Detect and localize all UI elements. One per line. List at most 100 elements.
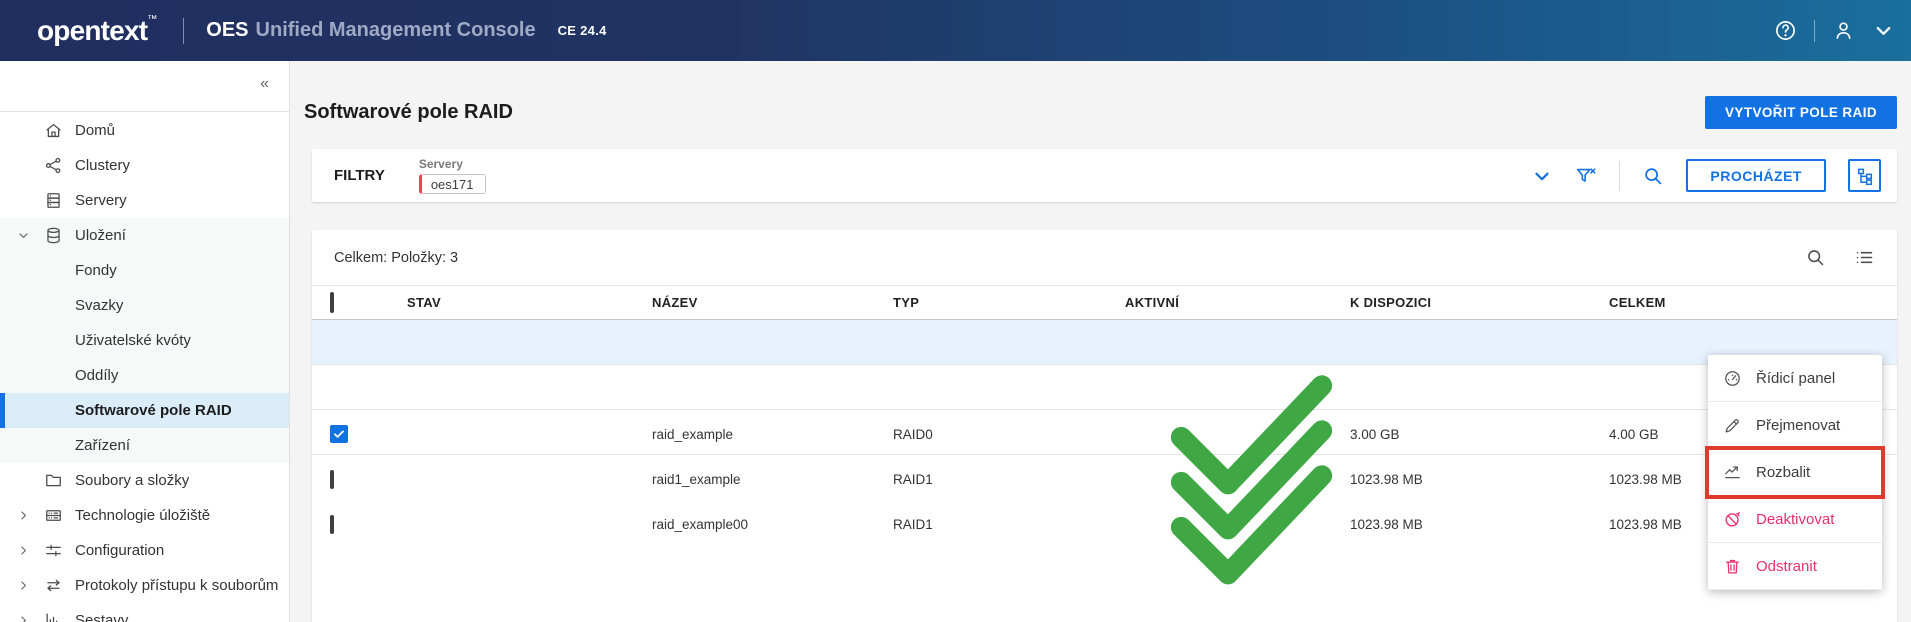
filter-divider <box>1619 160 1621 191</box>
sidebar-item-clustery[interactable]: Clustery <box>0 148 289 183</box>
row-checkbox[interactable] <box>330 514 334 534</box>
table-header-row: STAV NÁZEV TYP AKTIVNÍ K DISPOZICI CELKE… <box>312 286 1897 320</box>
table-summary-bar: Celkem: Položky: 3 <box>312 230 1897 286</box>
column-header-nazev[interactable]: NÁZEV <box>652 295 893 310</box>
help-icon[interactable] <box>1774 19 1797 42</box>
sidebar-item-sestavy[interactable]: Sestavy <box>0 603 289 622</box>
clusters-icon <box>44 156 63 175</box>
sidebar-item-label: Technologie úložiště <box>75 507 211 524</box>
select-all-checkbox[interactable] <box>330 291 334 313</box>
sidebar-nav: Domů Clustery Servery Uložení Fondy Svaz… <box>0 112 289 622</box>
deactivate-icon <box>1723 510 1742 529</box>
expand-trend-icon <box>1723 463 1742 482</box>
transfer-icon <box>44 576 63 595</box>
trash-icon <box>1723 557 1742 576</box>
column-header-typ[interactable]: TYP <box>893 295 1125 310</box>
dashboard-icon <box>1723 369 1742 388</box>
row-context-menu: Řídicí panel Přejmenovat Rozbalit Deakti… <box>1705 355 1885 590</box>
sidebar-collapse-button[interactable]: « <box>260 75 269 93</box>
home-icon <box>44 121 63 140</box>
sidebar-item-softwarove-pole-raid[interactable]: Softwarové pole RAID <box>0 393 289 428</box>
menu-item-deaktivovat[interactable]: Deaktivovat <box>1708 496 1882 543</box>
sidebar-item-servery[interactable]: Servery <box>0 183 289 218</box>
version-badge: CE 24.4 <box>557 23 607 38</box>
sidebar-item-domu[interactable]: Domů <box>0 113 289 148</box>
folder-icon <box>44 471 63 490</box>
create-raid-button[interactable]: VYTVOŘIT POLE RAID <box>1705 95 1897 129</box>
menu-item-ridici-panel[interactable]: Řídicí panel <box>1708 355 1882 402</box>
raid-name: raid1_example <box>652 471 741 487</box>
storage-tech-icon <box>44 506 63 525</box>
column-header-aktivni[interactable]: AKTIVNÍ <box>1125 295 1350 310</box>
server-filter-caption: Servery <box>418 157 463 171</box>
table-columns-icon[interactable] <box>1854 247 1875 268</box>
server-filter-chip[interactable]: oes171 <box>418 174 487 194</box>
filters-label: FILTRY <box>334 167 385 184</box>
product-suffix: Unified Management Console <box>255 19 536 41</box>
clear-filter-icon[interactable] <box>1575 165 1597 187</box>
sidebar-item-fondy[interactable]: Fondy <box>0 253 289 288</box>
main-content: Softwarové pole RAID VYTVOŘIT POLE RAID … <box>290 61 1911 622</box>
product-name: OES <box>206 19 249 41</box>
row-checkbox[interactable] <box>330 469 334 489</box>
menu-item-label: Odstranit <box>1756 557 1817 575</box>
menu-item-rozbalit[interactable]: Rozbalit <box>1708 449 1882 496</box>
sliders-icon <box>44 541 63 560</box>
opentext-logo: opentext™ <box>37 14 158 46</box>
raid-type: RAID0 <box>893 426 933 442</box>
page-title: Softwarové pole RAID <box>304 100 513 123</box>
sidebar-item-technologie-uloziste[interactable]: Technologie úložiště <box>0 498 289 533</box>
header-icon-divider <box>1814 19 1815 42</box>
chevron-down-icon[interactable] <box>17 229 30 242</box>
sidebar: « Domů Clustery Servery Uložení Fondy Sv… <box>0 61 290 622</box>
menu-item-label: Deaktivovat <box>1756 510 1835 528</box>
column-header-k-dispozici[interactable]: K DISPOZICI <box>1350 295 1609 310</box>
sidebar-item-zarizeni[interactable]: Zařízení <box>0 428 289 463</box>
chevron-right-icon[interactable] <box>17 579 30 592</box>
servers-icon <box>44 191 63 210</box>
user-icon[interactable] <box>1832 19 1855 42</box>
sidebar-item-label: Configuration <box>75 542 165 559</box>
header-divider <box>183 17 185 44</box>
chevron-right-icon[interactable] <box>17 614 30 622</box>
filter-expand-chevron-icon[interactable] <box>1531 165 1553 187</box>
menu-item-prejmenovat[interactable]: Přejmenovat <box>1708 402 1882 449</box>
table-row[interactable]: raid_example RAID0 3.00 GB 4.00 GB <box>312 320 1897 495</box>
pencil-icon <box>1723 416 1742 435</box>
user-menu-chevron-icon[interactable] <box>1872 19 1895 42</box>
raid-name: raid_example00 <box>652 516 749 532</box>
table-search-icon[interactable] <box>1805 247 1826 268</box>
menu-item-label: Rozbalit <box>1756 463 1811 481</box>
chevron-right-icon[interactable] <box>17 544 30 557</box>
sidebar-item-svazky[interactable]: Svazky <box>0 288 289 323</box>
row-checkbox[interactable] <box>330 425 348 443</box>
sidebar-item-oddily[interactable]: Oddíly <box>0 358 289 393</box>
sidebar-item-ulozeni[interactable]: Uložení <box>0 218 289 253</box>
browse-button[interactable]: PROCHÁZET <box>1686 159 1826 192</box>
table-row[interactable]: raid1_example RAID1 1023.98 MB 1023.98 M… <box>312 365 1897 540</box>
sidebar-item-soubory-a-slozky[interactable]: Soubory a složky <box>0 463 289 498</box>
tree-view-button[interactable] <box>1848 159 1881 192</box>
sidebar-item-label: Servery <box>75 192 127 209</box>
app-window: opentext™ OES Unified Management Console… <box>0 0 1911 622</box>
storage-icon <box>44 226 63 245</box>
column-header-stav[interactable]: STAV <box>407 295 652 310</box>
chevron-right-icon[interactable] <box>17 509 30 522</box>
sidebar-item-label: Uložení <box>75 227 126 244</box>
sidebar-item-protokoly-pristupu[interactable]: Protokoly přístupu k souborům <box>0 568 289 603</box>
column-header-celkem[interactable]: CELKEM <box>1609 295 1830 310</box>
sidebar-item-label: Clustery <box>75 157 131 174</box>
reports-icon <box>44 611 63 622</box>
server-filter-group: Servery oes171 <box>418 157 487 194</box>
sidebar-item-label: Domů <box>75 122 116 139</box>
page-header: Softwarové pole RAID VYTVOŘIT POLE RAID <box>304 61 1897 149</box>
sidebar-item-label: Softwarové pole RAID <box>75 402 232 419</box>
sidebar-item-label: Zařízení <box>75 437 131 454</box>
sidebar-item-configuration[interactable]: Configuration <box>0 533 289 568</box>
menu-item-odstranit[interactable]: Odstranit <box>1708 543 1882 590</box>
raid-available: 1023.98 MB <box>1350 471 1423 487</box>
sidebar-item-label: Sestavy <box>75 612 129 622</box>
sidebar-item-uzivatelske-kvoty[interactable]: Uživatelské kvóty <box>0 323 289 358</box>
search-icon[interactable] <box>1642 165 1664 187</box>
raid-available: 1023.98 MB <box>1350 516 1423 532</box>
